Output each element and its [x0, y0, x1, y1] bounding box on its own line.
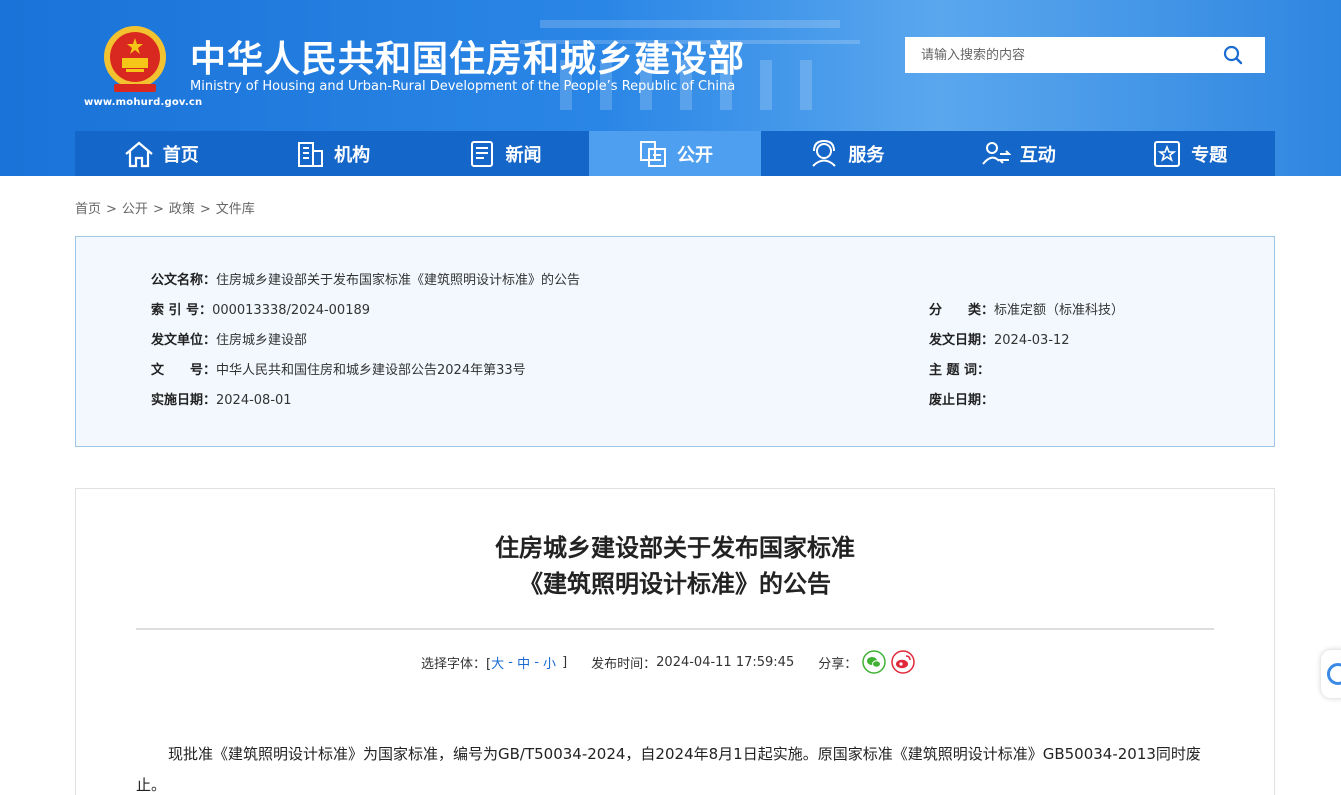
nav-item-label: 首页 — [162, 144, 199, 166]
service-icon — [812, 139, 837, 167]
national-emblem-icon — [104, 26, 166, 92]
nav-item-home[interactable]: 首页 — [75, 131, 246, 176]
info-index: 索 引 号：000013338/2024-00189 — [151, 303, 371, 318]
document-icon — [639, 140, 666, 167]
article: 住房城乡建设部关于发布国家标准 《建筑照明设计标准》的公告 选择字体：[ 大 -… — [75, 488, 1275, 795]
nav-item-label: 机构 — [334, 144, 371, 166]
news-icon — [470, 140, 493, 167]
nav-item-interact[interactable]: 互动 — [932, 131, 1103, 176]
interact-icon — [982, 141, 1012, 165]
info-keywords: 主 题 词： — [929, 363, 991, 378]
main-nav: 首页 机构 新闻 公开 服务 互动 专题 — [75, 131, 1275, 176]
document-info-box: 公文名称：住房城乡建设部关于发布国家标准《建筑照明设计标准》的公告 索 引 号：… — [75, 236, 1275, 447]
site-title: 中华人民共和国住房和城乡建设部 — [190, 39, 746, 80]
font-medium-button[interactable]: 中 — [517, 653, 530, 672]
info-doc-name: 公文名称：住房城乡建设部关于发布国家标准《建筑照明设计标准》的公告 — [151, 273, 581, 288]
article-title: 住房城乡建设部关于发布国家标准 《建筑照明设计标准》的公告 — [495, 534, 855, 598]
info-repeal-date: 废止日期： — [929, 393, 995, 408]
info-issuer: 发文单位：住房城乡建设部 — [151, 333, 308, 348]
nav-item-service[interactable]: 服务 — [761, 131, 932, 176]
search-box — [905, 37, 1265, 73]
article-body: 现批准《建筑照明设计标准》为国家标准，编号为GB/T50034-2024，自20… — [136, 745, 1201, 794]
nav-item-public[interactable]: 公开 — [589, 131, 761, 176]
font-small-button[interactable]: 小 — [543, 653, 556, 672]
wechat-share-icon[interactable] — [862, 650, 886, 674]
topic-icon — [1154, 140, 1181, 167]
search-input[interactable] — [905, 37, 1205, 73]
nav-item-label: 公开 — [676, 144, 713, 166]
building-icon — [298, 141, 324, 167]
home-icon — [124, 141, 153, 167]
nav-item-label: 互动 — [1019, 144, 1056, 166]
search-icon[interactable] — [1223, 45, 1243, 65]
font-size-label: 选择字体：[ — [421, 656, 492, 672]
breadcrumb-home[interactable]: 首页 — [75, 202, 101, 217]
article-meta: 选择字体：[ 大 - 中 - 小 ] 发布时间： 2024-04-11 17:5… — [421, 650, 915, 674]
nav-item-label: 专题 — [1191, 144, 1228, 166]
breadcrumb-library[interactable]: 文件库 — [216, 202, 255, 217]
info-effective-date: 实施日期：2024-08-01 — [151, 393, 292, 408]
breadcrumb-public[interactable]: 公开 — [122, 202, 148, 217]
nav-item-news[interactable]: 新闻 — [418, 131, 589, 176]
site-url: www.mohurd.gov.cn — [84, 97, 203, 108]
floating-side-button[interactable] — [1321, 650, 1341, 698]
site-subtitle: Ministry of Housing and Urban-Rural Deve… — [190, 79, 736, 94]
info-category: 分 类：标准定额（标准科技） — [929, 303, 1125, 318]
info-issue-date: 发文日期：2024-03-12 — [929, 333, 1070, 348]
nav-item-label: 服务 — [848, 144, 885, 166]
info-doc-number: 文 号：中华人民共和国住房和城乡建设部公告2024年第33号 — [151, 363, 526, 378]
weibo-share-icon[interactable] — [891, 650, 915, 674]
publish-time-label: 发布时间： — [591, 656, 657, 672]
breadcrumb: 首页 > 公开 > 政策 > 文件库 — [75, 202, 255, 217]
nav-item-org[interactable]: 机构 — [246, 131, 417, 176]
nav-item-label: 新闻 — [505, 144, 542, 166]
font-large-button[interactable]: 大 — [491, 653, 504, 672]
publish-time: 2024-04-11 17:59:45 — [656, 654, 795, 670]
side-icon — [1327, 663, 1341, 685]
share-label: 分享： — [818, 656, 858, 672]
nav-item-topic[interactable]: 专题 — [1104, 131, 1275, 176]
divider — [136, 628, 1214, 630]
breadcrumb-policy[interactable]: 政策 — [169, 202, 195, 217]
